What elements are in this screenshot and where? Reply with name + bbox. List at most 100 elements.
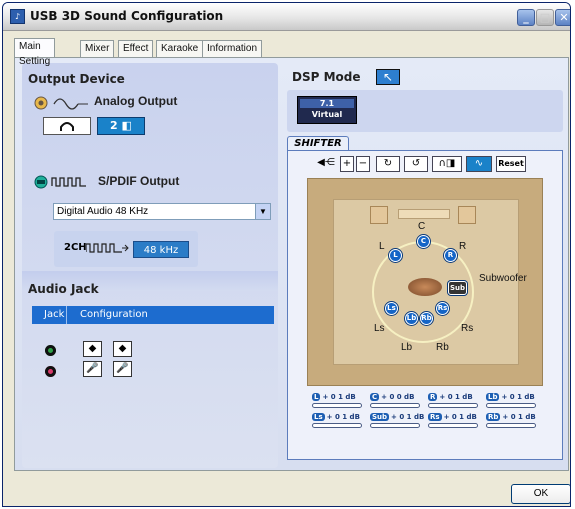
microphone-icon: 🎤 xyxy=(116,363,129,374)
meter-value: + 0 1 dB xyxy=(439,393,473,401)
tab-karaoke[interactable]: Karaoke xyxy=(156,40,204,57)
meter-value: + 0 1 dB xyxy=(326,413,360,421)
jack-table-header: Jack Configuration xyxy=(32,306,274,324)
rotate-cw-button[interactable]: ↻ xyxy=(376,156,400,172)
tab-main-setting[interactable]: Main Setting xyxy=(14,38,56,67)
tab-information[interactable]: Information xyxy=(202,40,263,57)
meter-bar[interactable] xyxy=(428,423,478,428)
rotate-ccw-button[interactable]: ↺ xyxy=(404,156,428,172)
output-device-heading: Output Device xyxy=(28,72,125,86)
spdif-channel: 2CH xyxy=(64,242,87,253)
meter-value: + 0 1 dB xyxy=(391,413,425,421)
speaker-right-handle[interactable]: R xyxy=(444,249,457,262)
speaker-icon: ◆ xyxy=(88,343,97,354)
right-panel: DSP Mode ↖ 7.1 Virtual SHIFTER ◀⋲ + − ↻ … xyxy=(282,63,566,468)
headphone-icon: ∩◨ xyxy=(438,158,456,169)
meter-tag: Rb + 0 1 dB xyxy=(486,413,536,421)
meter-tag: Sub + 0 1 dB xyxy=(370,413,424,421)
meter-bar[interactable] xyxy=(486,423,536,428)
virtual-subtitle: Virtual xyxy=(311,110,343,119)
speaker-count: 2 xyxy=(110,119,118,132)
meter-bar[interactable] xyxy=(370,423,420,428)
center-speaker-box xyxy=(398,209,450,219)
shifter-tab[interactable]: SHIFTER xyxy=(287,136,349,151)
front-right-speaker-box xyxy=(458,206,476,224)
speaker-room-view[interactable]: C L R Subwoofer Ls Rs Lb Rb C L R Sub Ls… xyxy=(307,178,543,386)
meter-bar[interactable] xyxy=(486,403,536,408)
level-meter-l[interactable]: L + 0 1 dB xyxy=(312,393,362,411)
mic-alt-config-button[interactable]: 🎤 xyxy=(113,361,132,377)
label-left: L xyxy=(379,241,385,252)
virtual-title: 7.1 xyxy=(300,99,354,108)
speaker-app-icon: ♪ xyxy=(10,9,25,24)
zoom-in-button[interactable]: + xyxy=(340,156,354,172)
window-title: USB 3D Sound Configuration xyxy=(30,9,224,23)
speaker-left-back-handle[interactable]: Lb xyxy=(405,312,418,325)
meter-channel: Sub xyxy=(370,413,390,421)
speaker-config-button[interactable]: ◆ xyxy=(113,341,132,357)
two-speaker-mode-button[interactable]: 2 ◧ xyxy=(97,117,145,135)
meter-channel: Rs xyxy=(428,413,442,421)
maximize-button: □ xyxy=(536,9,554,26)
spdif-output-label: S/PDIF Output xyxy=(98,174,180,188)
speaker-left-surround-handle[interactable]: Ls xyxy=(385,302,398,315)
headphone-mode-button[interactable] xyxy=(43,117,91,135)
speaker-left-handle[interactable]: L xyxy=(389,249,402,262)
speaker-right-back-handle[interactable]: Rb xyxy=(420,312,433,325)
zoom-out-button[interactable]: − xyxy=(356,156,370,172)
dsp-mode-heading: DSP Mode xyxy=(292,70,361,84)
level-meter-rb[interactable]: Rb + 0 1 dB xyxy=(486,413,536,431)
speaker-subwoofer-handle[interactable]: Sub xyxy=(448,281,467,295)
dsp-mode-box: 7.1 Virtual xyxy=(287,90,563,132)
spdif-format-select[interactable]: Digital Audio 48 KHz ▼ xyxy=(53,203,271,220)
label-right: R xyxy=(459,241,467,252)
headphone-speaker-button[interactable]: ∩◨ xyxy=(432,156,462,172)
spdif-format-value: Digital Audio 48 KHz xyxy=(57,206,149,217)
level-meter-c[interactable]: C + 0 0 dB xyxy=(370,393,420,411)
level-meter-ls[interactable]: Ls + 0 1 dB xyxy=(312,413,362,431)
mic-config-button[interactable]: 🎤 xyxy=(83,361,102,377)
line-out-config-button[interactable]: ◆ xyxy=(83,341,102,357)
minimize-button[interactable]: _ xyxy=(517,9,535,26)
meter-bar[interactable] xyxy=(312,423,362,428)
meter-bar[interactable] xyxy=(312,403,362,408)
meter-bar[interactable] xyxy=(370,403,420,408)
chevron-down-icon[interactable]: ▼ xyxy=(255,204,270,219)
green-jack-icon xyxy=(45,345,56,356)
wave-hand-button[interactable]: ∿ xyxy=(466,156,492,172)
arrow-icon: ↖ xyxy=(382,70,394,84)
meter-tag: L + 0 1 dB xyxy=(312,393,356,401)
level-meter-sub[interactable]: Sub + 0 1 dB xyxy=(370,413,424,431)
digital-wave-icon xyxy=(86,243,129,253)
headphone-icon xyxy=(60,122,74,131)
close-button[interactable]: ✕ xyxy=(555,9,570,26)
speaker-center-handle[interactable]: C xyxy=(417,235,430,248)
meter-bar[interactable] xyxy=(428,403,478,408)
title-bar[interactable]: ♪ USB 3D Sound Configuration _ □ ✕ xyxy=(3,3,570,31)
spdif-output-icon xyxy=(34,175,86,189)
dsp-pointer-button[interactable]: ↖ xyxy=(376,69,400,85)
level-meter-r[interactable]: R + 0 1 dB xyxy=(428,393,478,411)
level-meter-rs[interactable]: Rs + 0 1 dB xyxy=(428,413,478,431)
ok-button[interactable]: OK xyxy=(511,484,570,504)
sample-rate-badge: 48 kHz xyxy=(133,241,189,258)
meter-value: + 0 1 dB xyxy=(443,413,477,421)
tab-mixer[interactable]: Mixer xyxy=(80,40,115,57)
level-meter-lb[interactable]: Lb + 0 1 dB xyxy=(486,393,536,411)
label-right-surround: Rs xyxy=(461,323,474,334)
speaker-volume-icon: ◀⋲ xyxy=(317,157,335,168)
reset-button[interactable]: Reset xyxy=(496,156,526,172)
virtual-7-1-button[interactable]: 7.1 Virtual xyxy=(297,96,357,124)
meter-tag: C + 0 0 dB xyxy=(370,393,414,401)
microphone-icon: 🎤 xyxy=(86,363,99,374)
tab-effect[interactable]: Effect xyxy=(118,40,154,57)
main-setting-panel: Output Device Analog Output 2 ◧ S/PDIF O… xyxy=(14,57,569,471)
listener-head-icon xyxy=(408,278,442,296)
wave-icon: ∿ xyxy=(474,158,484,169)
meter-value: + 0 1 dB xyxy=(322,393,356,401)
label-left-back: Lb xyxy=(401,342,413,353)
label-center: C xyxy=(418,221,426,232)
meter-channel: Lb xyxy=(486,393,500,401)
speaker-right-surround-handle[interactable]: Rs xyxy=(436,302,449,315)
left-panel: Output Device Analog Output 2 ◧ S/PDIF O… xyxy=(22,63,278,468)
